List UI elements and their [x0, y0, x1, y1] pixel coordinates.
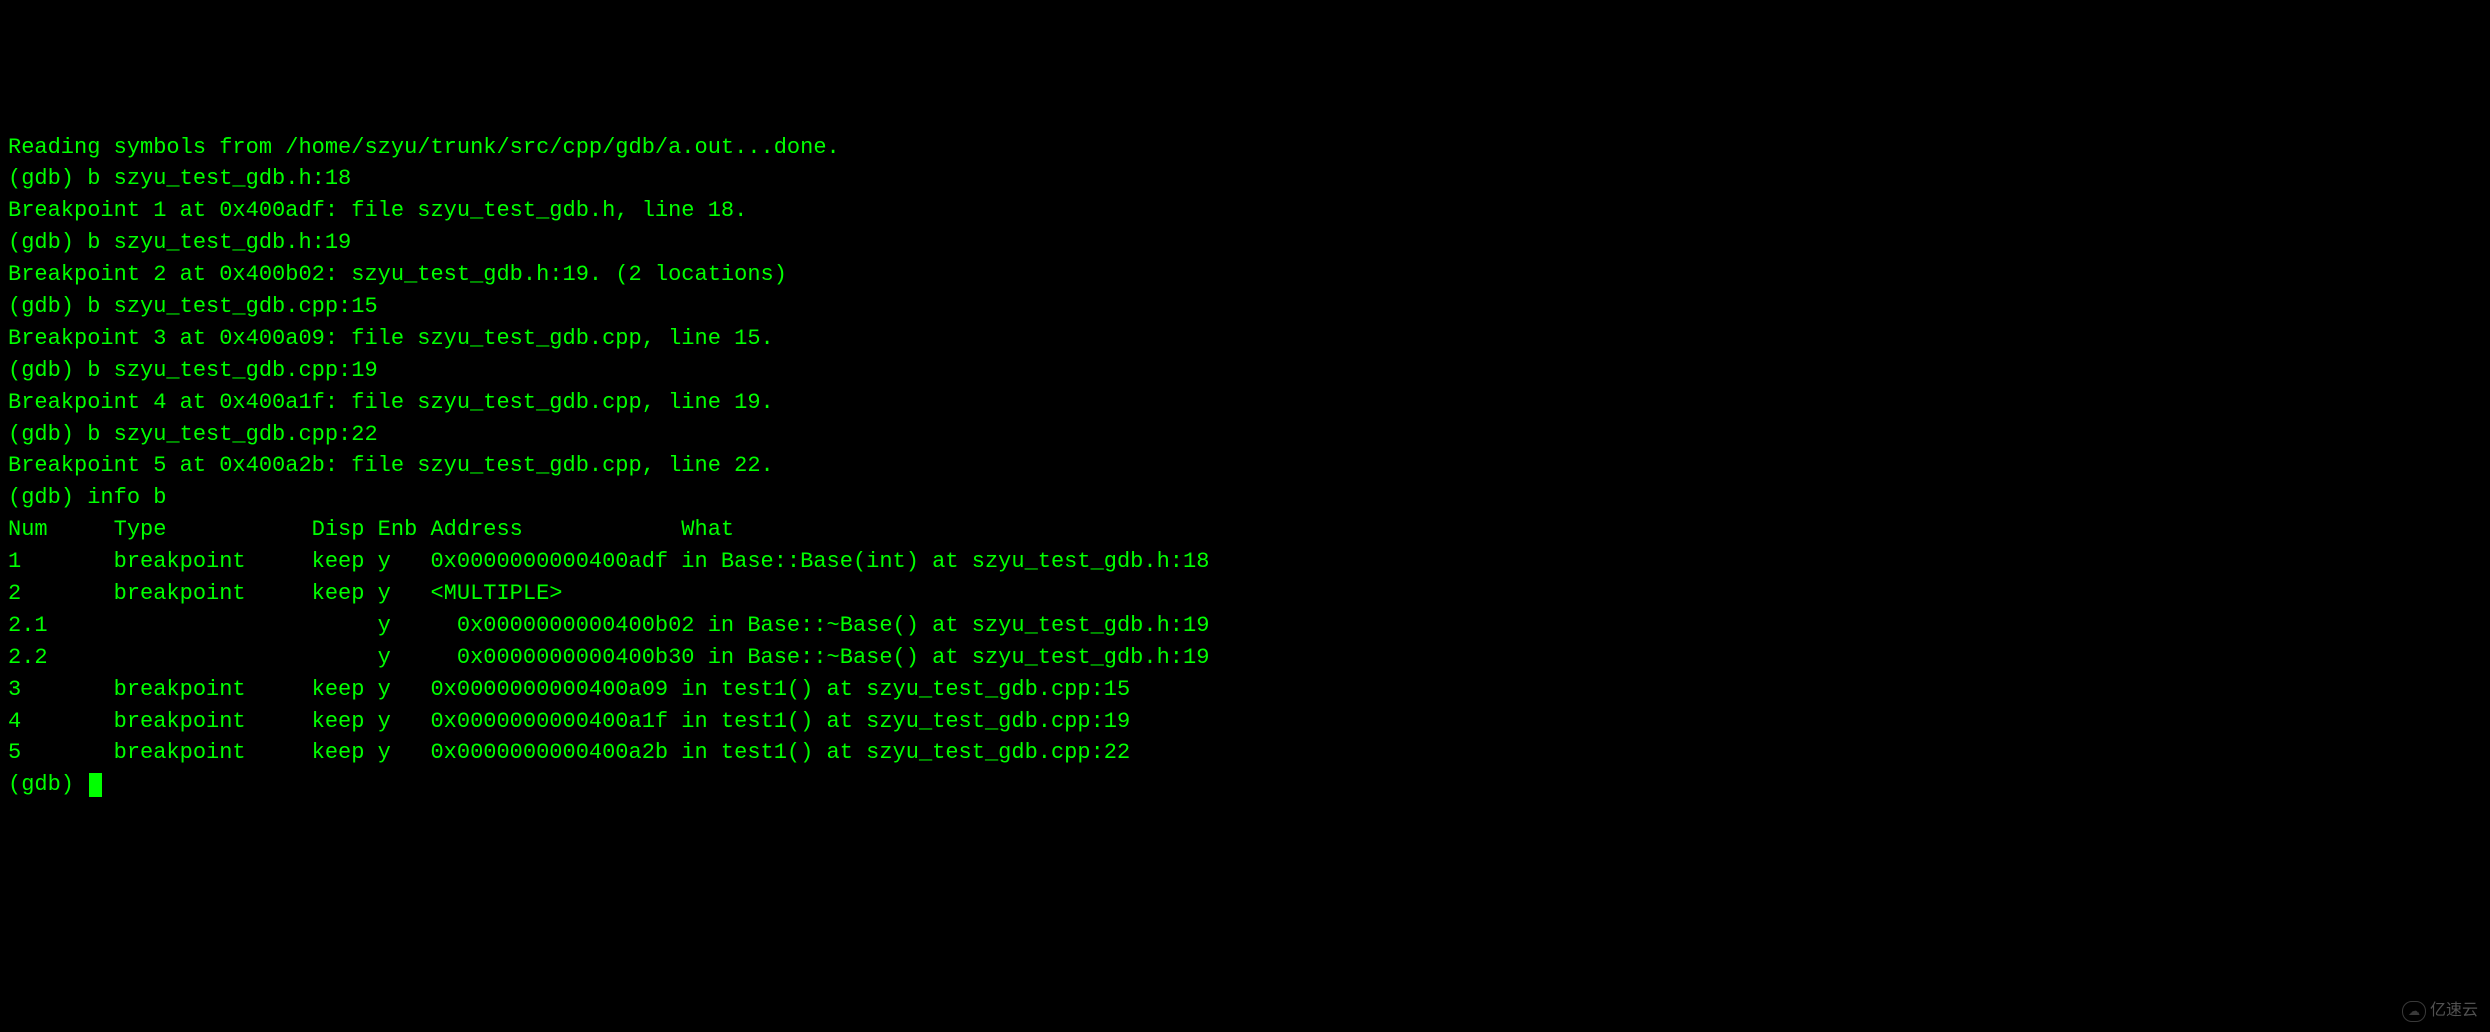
output-line: Breakpoint 2 at 0x400b02: szyu_test_gdb.… [8, 259, 2482, 291]
cloud-icon: ☁ [2402, 1001, 2426, 1022]
output-line: Breakpoint 4 at 0x400a1f: file szyu_test… [8, 387, 2482, 419]
breakpoint-row: 2 breakpoint keep y <MULTIPLE> [8, 578, 2482, 610]
gdb-command-line: (gdb) b szyu_test_gdb.cpp:15 [8, 291, 2482, 323]
output-line: Reading symbols from /home/szyu/trunk/sr… [8, 132, 2482, 164]
gdb-prompt-text: (gdb) [8, 772, 87, 797]
output-line: Breakpoint 3 at 0x400a09: file szyu_test… [8, 323, 2482, 355]
terminal-cursor [89, 773, 102, 797]
breakpoint-table-header: Num Type Disp Enb Address What [8, 514, 2482, 546]
gdb-command-line: (gdb) b szyu_test_gdb.cpp:22 [8, 419, 2482, 451]
gdb-prompt-line[interactable]: (gdb) [8, 769, 2482, 801]
watermark: ☁亿速云 [2393, 975, 2478, 1022]
gdb-command-line: (gdb) b szyu_test_gdb.h:19 [8, 227, 2482, 259]
terminal-output[interactable]: Reading symbols from /home/szyu/trunk/sr… [8, 132, 2482, 802]
breakpoint-row: 5 breakpoint keep y 0x0000000000400a2b i… [8, 737, 2482, 769]
output-line: Breakpoint 5 at 0x400a2b: file szyu_test… [8, 450, 2482, 482]
gdb-command-line: (gdb) b szyu_test_gdb.h:18 [8, 163, 2482, 195]
breakpoint-row: 2.1 y 0x0000000000400b02 in Base::~Base(… [8, 610, 2482, 642]
breakpoint-row: 4 breakpoint keep y 0x0000000000400a1f i… [8, 706, 2482, 738]
output-line: Breakpoint 1 at 0x400adf: file szyu_test… [8, 195, 2482, 227]
breakpoint-row: 1 breakpoint keep y 0x0000000000400adf i… [8, 546, 2482, 578]
breakpoint-row: 2.2 y 0x0000000000400b30 in Base::~Base(… [8, 642, 2482, 674]
watermark-text: 亿速云 [2430, 1002, 2478, 1019]
gdb-command-line: (gdb) b szyu_test_gdb.cpp:19 [8, 355, 2482, 387]
breakpoint-row: 3 breakpoint keep y 0x0000000000400a09 i… [8, 674, 2482, 706]
gdb-command-line: (gdb) info b [8, 482, 2482, 514]
